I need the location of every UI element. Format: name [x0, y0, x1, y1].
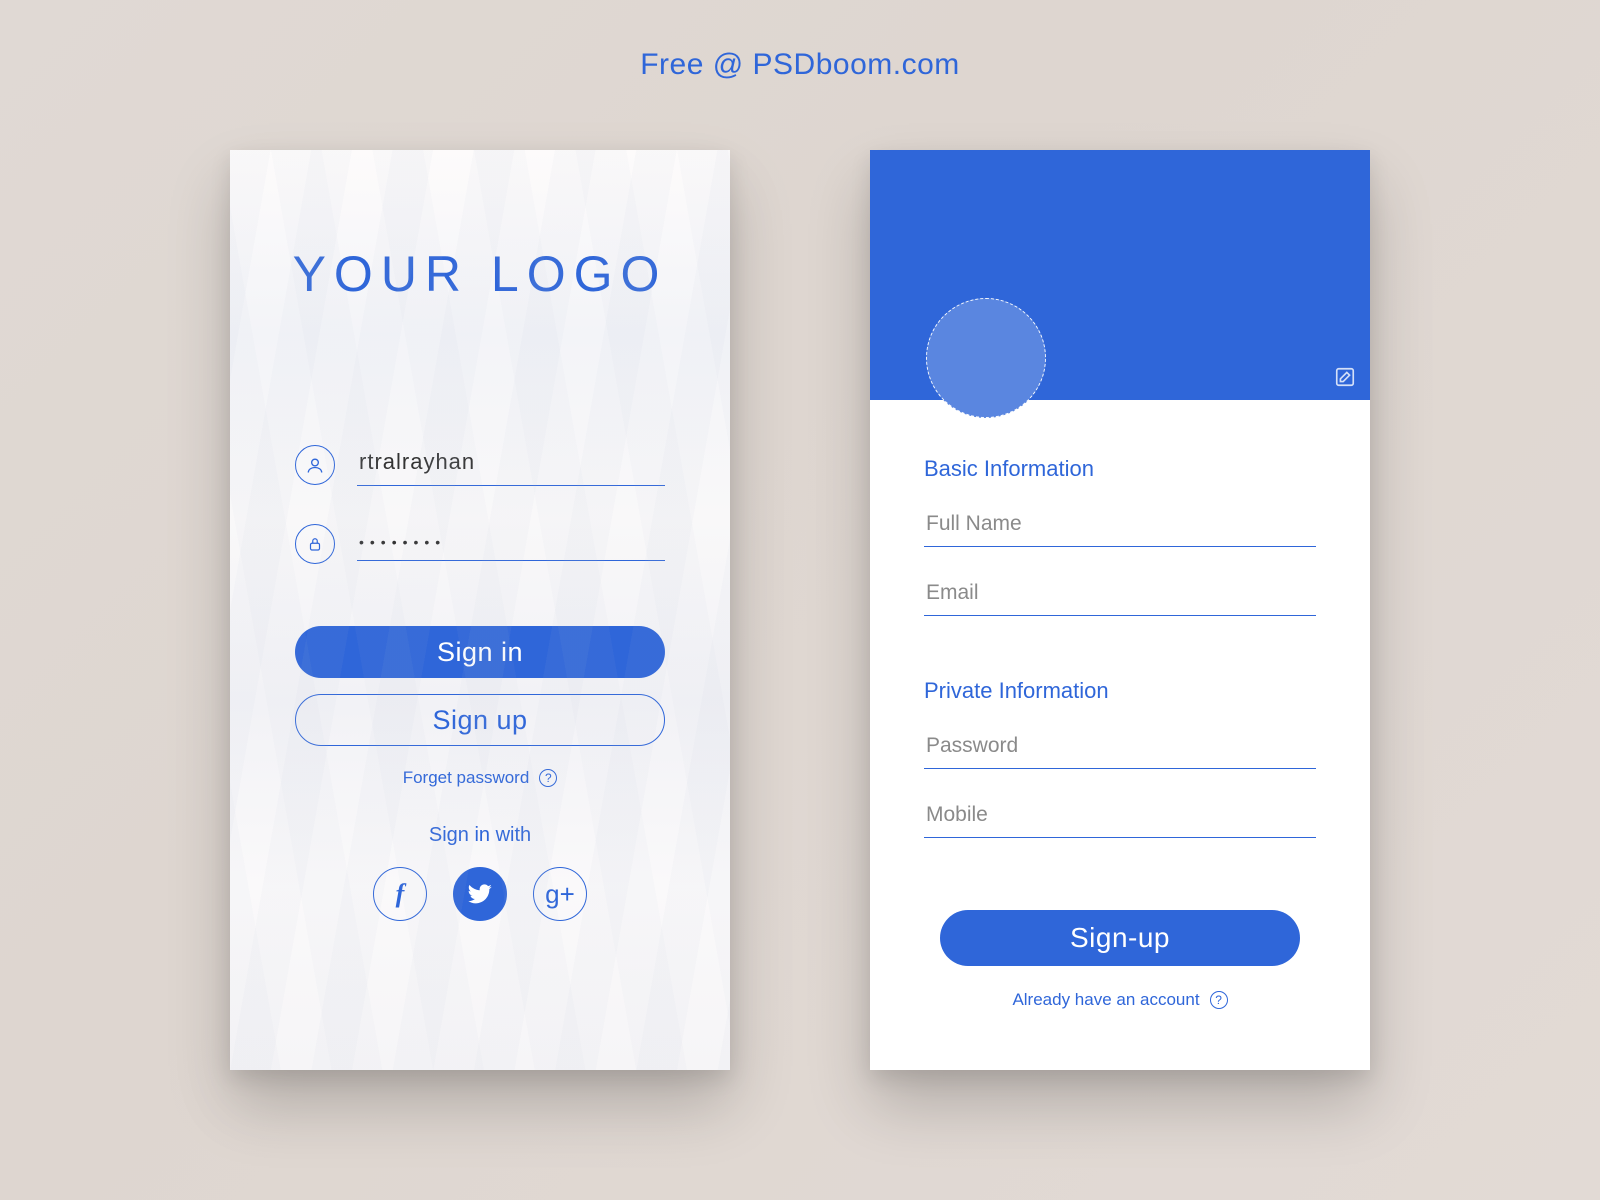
edit-icon[interactable]: [1334, 366, 1356, 388]
signin-button[interactable]: Sign in: [295, 626, 665, 678]
logo-text: YOUR LOGO: [293, 245, 668, 303]
page-promo: Free @ PSDboom.com: [0, 48, 1600, 82]
login-card: YOUR LOGO Sign in S: [230, 150, 730, 1070]
help-icon: ?: [539, 769, 557, 787]
help-icon: ?: [1210, 991, 1228, 1009]
forget-password-link[interactable]: Forget password ?: [403, 768, 558, 788]
stage: YOUR LOGO Sign in S: [0, 150, 1600, 1070]
avatar-placeholder[interactable]: [926, 298, 1046, 418]
login-fields: [295, 443, 665, 564]
signup-password-input[interactable]: [924, 720, 1316, 769]
password-field-row: [295, 524, 665, 564]
signup-actions: Sign-up Already have an account ?: [924, 910, 1316, 1010]
mobile-input[interactable]: [924, 789, 1316, 838]
facebook-icon[interactable]: f: [373, 867, 427, 921]
fullname-input[interactable]: [924, 498, 1316, 547]
section-basic-title: Basic Information: [924, 456, 1316, 482]
signup-button[interactable]: Sign up: [295, 694, 665, 746]
social-signin-label: Sign in with: [429, 824, 531, 847]
twitter-icon[interactable]: [453, 867, 507, 921]
signup-submit-button[interactable]: Sign-up: [940, 910, 1300, 966]
password-input[interactable]: [357, 528, 665, 561]
username-input[interactable]: [357, 443, 665, 486]
google-plus-icon[interactable]: g+: [533, 867, 587, 921]
section-private-title: Private Information: [924, 678, 1316, 704]
login-buttons: Sign in Sign up: [295, 626, 665, 746]
social-buttons: f g+: [373, 867, 587, 921]
username-field-row: [295, 443, 665, 486]
already-have-account-link[interactable]: Already have an account ?: [1012, 990, 1227, 1010]
already-have-account-label: Already have an account: [1012, 990, 1199, 1010]
lock-icon: [295, 524, 335, 564]
email-input[interactable]: [924, 567, 1316, 616]
user-icon: [295, 445, 335, 485]
forget-password-label: Forget password: [403, 768, 530, 788]
cover-area: [870, 150, 1370, 400]
signup-form: Basic Information Private Information Si…: [870, 400, 1370, 1010]
signup-card: Basic Information Private Information Si…: [870, 150, 1370, 1070]
